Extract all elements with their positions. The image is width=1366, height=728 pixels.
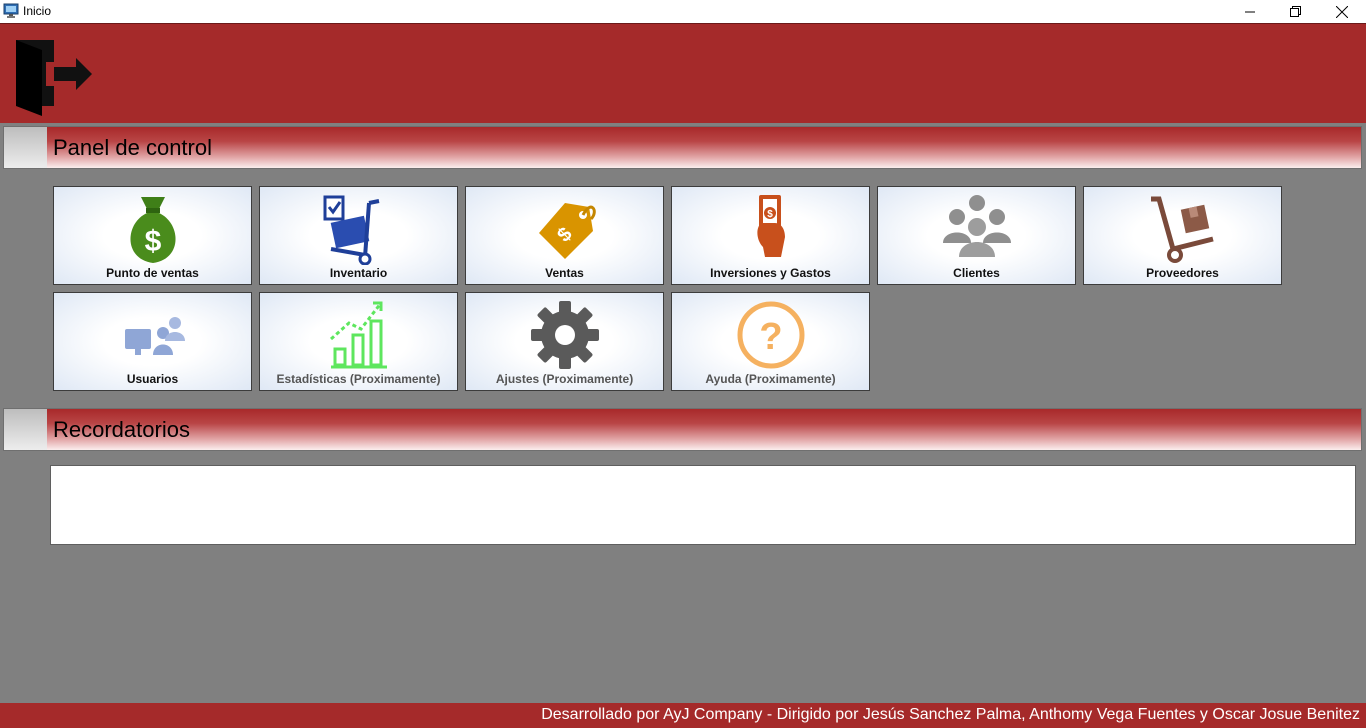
title-bar: Inicio	[0, 0, 1366, 23]
tile-inventario[interactable]: Inventario	[259, 186, 458, 285]
tile-ventas[interactable]: $ Ventas	[465, 186, 664, 285]
tile-estadisticas[interactable]: Estadísticas (Proximamente)	[259, 292, 458, 391]
tile-label: Punto de ventas	[106, 266, 199, 280]
question-icon: ?	[737, 301, 804, 369]
reminders-header: Recordatorios	[3, 408, 1362, 451]
window-title: Inicio	[23, 4, 52, 18]
hand-money-icon: $	[756, 195, 785, 257]
svg-text:$: $	[767, 209, 773, 220]
tile-clientes[interactable]: Clientes	[877, 186, 1076, 285]
restore-button[interactable]	[1273, 0, 1319, 23]
tile-label: Usuarios	[126, 372, 179, 386]
tile-label: Ventas	[545, 266, 584, 280]
minimize-button[interactable]	[1227, 0, 1273, 23]
tile-label: Estadísticas (Proximamente)	[276, 372, 441, 386]
section-marker	[4, 127, 47, 168]
control-panel-header: Panel de control	[3, 126, 1362, 169]
tile-punto-de-ventas[interactable]: $ Punto de ventas	[53, 186, 252, 285]
reminders-list[interactable]	[50, 465, 1356, 545]
tile-label: Inversiones y Gastos	[710, 266, 831, 280]
money-bag-icon: $	[129, 197, 176, 263]
close-button[interactable]	[1319, 0, 1365, 23]
hand-truck-icon	[1150, 196, 1214, 263]
section-marker	[4, 409, 47, 450]
tile-label: Ayuda (Proximamente)	[705, 372, 836, 386]
footer-bar: Desarrollado por AyJ Company - Dirigido …	[0, 703, 1366, 728]
close-icon	[1336, 5, 1348, 18]
exit-door-icon[interactable]	[12, 36, 94, 116]
tile-label: Clientes	[953, 266, 1000, 280]
svg-text:?: ?	[759, 316, 782, 358]
tile-ayuda[interactable]: ? Ayuda (Proximamente)	[671, 292, 870, 391]
inventory-cart-icon	[323, 195, 379, 265]
tile-proveedores[interactable]: Proveedores	[1083, 186, 1282, 285]
minimize-icon	[1245, 11, 1255, 12]
users-computer-icon	[124, 317, 185, 355]
app-monitor-icon	[3, 3, 19, 18]
footer-credits: Desarrollado por AyJ Company - Dirigido …	[541, 706, 1360, 723]
growth-chart-icon	[329, 301, 387, 369]
tile-ajustes[interactable]: Ajustes (Proximamente)	[465, 292, 664, 391]
people-group-icon	[942, 195, 1011, 257]
gear-icon	[530, 301, 599, 369]
reminders-title: Recordatorios	[53, 417, 190, 442]
tile-label: Ajustes (Proximamente)	[495, 372, 634, 386]
restore-icon	[1290, 5, 1301, 17]
svg-text:$: $	[144, 225, 161, 258]
tile-label: Proveedores	[1146, 266, 1219, 280]
tile-label: Inventario	[329, 266, 388, 280]
price-tag-icon: $	[538, 203, 596, 259]
control-panel-title: Panel de control	[53, 135, 212, 160]
app-header	[0, 23, 1366, 123]
tile-usuarios[interactable]: Usuarios	[53, 292, 252, 391]
tile-inversiones-y-gastos[interactable]: $ Inversiones y Gastos	[671, 186, 870, 285]
